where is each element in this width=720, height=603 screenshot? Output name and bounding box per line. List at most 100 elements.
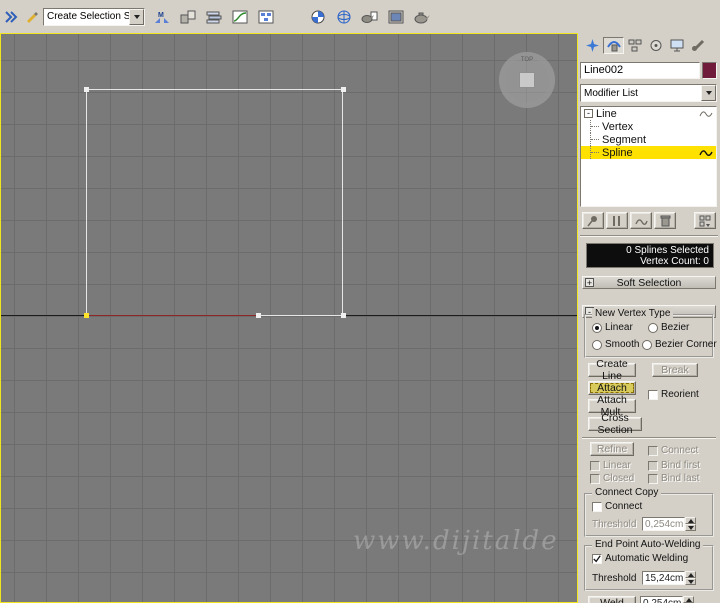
radio-label: Bezier Corner (655, 339, 717, 350)
configure-modifier-sets-button[interactable] (694, 212, 716, 229)
tab-display[interactable] (666, 37, 687, 54)
cross-section-button[interactable]: Cross Section (588, 412, 642, 436)
radio-linear[interactable]: Linear (592, 322, 633, 333)
weld-threshold-value[interactable]: 0,254cm (640, 596, 683, 603)
panel-separator (582, 437, 716, 439)
radio-icon[interactable] (592, 339, 602, 350)
spinner-down-button[interactable] (685, 578, 696, 585)
radio-dot (595, 325, 599, 330)
align-button[interactable] (176, 4, 200, 29)
combo-dropdown-button[interactable] (129, 8, 144, 25)
button-label: Weld (600, 597, 624, 603)
named-selection-set-combo[interactable]: Create Selection Se (43, 7, 145, 26)
create-line-button[interactable]: Create Line (588, 358, 636, 382)
vertex-marker[interactable] (341, 87, 346, 92)
bind-first-checkbox-disabled[interactable]: Bind first (648, 460, 700, 471)
object-name-field[interactable]: Line002 (580, 62, 700, 79)
create-icon (586, 39, 599, 52)
stack-item-line[interactable]: - Line (581, 107, 716, 120)
pin-stack-button[interactable] (582, 212, 604, 229)
layer-manager-button[interactable] (202, 4, 226, 29)
selection-sets-button[interactable] (3, 6, 20, 27)
mirror-icon: M (155, 12, 169, 23)
radio-bezier[interactable]: Bezier (648, 322, 689, 333)
schematic-view-button[interactable] (254, 4, 278, 29)
curve-editor-button[interactable] (228, 4, 252, 29)
radio-icon[interactable] (592, 322, 602, 333)
mirror-button[interactable]: M (150, 4, 174, 29)
stack-item-vertex[interactable]: Vertex (581, 120, 716, 133)
automatic-welding-checkbox[interactable]: Automatic Welding (592, 553, 688, 564)
tab-motion[interactable] (645, 37, 666, 54)
linear-checkbox-disabled[interactable]: Linear (590, 460, 631, 471)
spinner-up-button[interactable] (683, 596, 694, 603)
checkbox-icon[interactable] (592, 501, 602, 512)
vertex-marker[interactable] (341, 313, 346, 318)
reorient-checkbox[interactable]: Reorient (648, 389, 699, 400)
rollout-soft-selection[interactable]: + Soft Selection (582, 276, 716, 289)
checkbox-checked-icon[interactable] (592, 553, 602, 564)
spinner-up-button[interactable] (685, 517, 696, 524)
quick-render-button[interactable] (410, 4, 434, 29)
tab-hierarchy[interactable] (624, 37, 645, 54)
selection-arrows-icon (4, 10, 17, 23)
material-editor-button[interactable] (306, 4, 330, 29)
radio-label: Bezier (661, 322, 690, 333)
spinner-up-button[interactable] (685, 571, 696, 578)
vertex-marker[interactable] (84, 87, 89, 92)
checkbox-icon[interactable] (648, 473, 658, 484)
spline-shape[interactable] (86, 89, 343, 315)
modifier-list-combo[interactable]: Modifier List (580, 84, 717, 102)
modifier-stack[interactable]: - Line Vertex Segment Spline (580, 106, 717, 207)
modifier-list-dropdown-button[interactable] (701, 85, 716, 101)
checkbox-icon[interactable] (648, 460, 658, 471)
render-setup-button[interactable] (358, 4, 382, 29)
threshold-value[interactable]: 0,254cm (642, 517, 685, 531)
tab-modify[interactable] (603, 37, 624, 54)
edit-named-selections-button[interactable] (22, 6, 39, 27)
refine-button[interactable]: Refine (590, 442, 634, 456)
stack-item-spline-selected[interactable]: Spline (581, 146, 716, 159)
top-viewport[interactable]: TOP www.dijitalde (0, 33, 578, 603)
radio-icon[interactable] (642, 339, 652, 350)
tab-create[interactable] (582, 37, 603, 54)
connect-copy-checkbox[interactable]: Connect (592, 501, 642, 512)
make-unique-button[interactable] (630, 212, 652, 229)
spinner-down-button[interactable] (685, 524, 696, 531)
welding-threshold-value[interactable]: 15,24cm (642, 571, 685, 585)
stack-item-segment[interactable]: Segment (581, 133, 716, 146)
rendered-frame-button[interactable] (384, 4, 408, 29)
closed-checkbox-disabled[interactable]: Closed (590, 473, 634, 484)
welding-threshold-spinner[interactable]: 15,24cm (642, 571, 696, 585)
radio-bezier-corner[interactable]: Bezier Corner (642, 339, 717, 350)
first-vertex-marker[interactable] (84, 313, 89, 318)
threshold-spinner[interactable]: 0,254cm (642, 517, 696, 531)
rollout-expand-icon[interactable]: + (585, 278, 594, 288)
tab-utilities[interactable] (687, 37, 708, 54)
remove-modifier-button[interactable] (654, 212, 676, 229)
checkbox-icon[interactable] (648, 389, 658, 400)
object-color-swatch[interactable] (702, 62, 717, 79)
group-title: End Point Auto-Welding (592, 539, 704, 550)
checkbox-icon[interactable] (590, 460, 600, 471)
radio-icon[interactable] (648, 322, 658, 333)
bind-last-checkbox-disabled[interactable]: Bind last (648, 473, 699, 484)
viewcube-center-face[interactable] (519, 72, 535, 88)
radio-smooth[interactable]: Smooth (592, 339, 639, 350)
weld-threshold-spinner[interactable]: 0,254cm (640, 596, 694, 603)
show-end-result-button[interactable] (606, 212, 628, 229)
break-button[interactable]: Break (652, 363, 698, 377)
checkbox-icon[interactable] (590, 473, 600, 484)
tree-connector (590, 120, 602, 133)
render-type-button[interactable] (332, 4, 356, 29)
vertex-marker[interactable] (256, 313, 261, 318)
weld-button[interactable]: Weld (588, 596, 636, 603)
viewcube[interactable]: TOP (499, 52, 555, 108)
command-panel: Line002 Modifier List - Line Vertex Segm… (578, 33, 720, 603)
attach-button[interactable]: Attach (588, 381, 636, 395)
expander-icon[interactable]: - (584, 109, 593, 118)
checkbox-icon[interactable] (648, 445, 658, 456)
connect-checkbox-disabled[interactable]: Connect (648, 445, 698, 456)
spinner-up-icon (685, 597, 692, 602)
attach-mult-button[interactable]: Attach Mult. (588, 394, 636, 418)
